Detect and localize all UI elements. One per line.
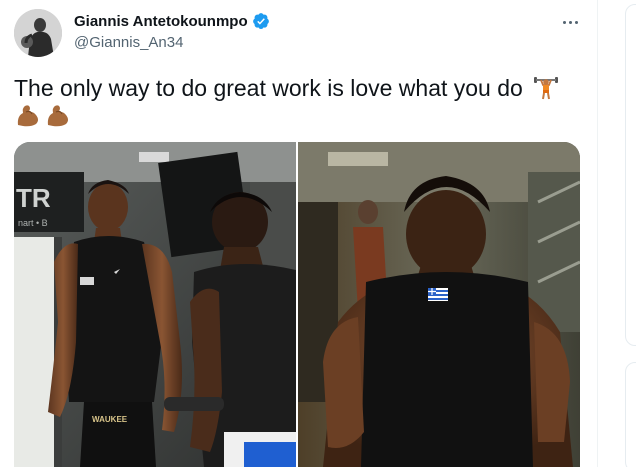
more-options-button[interactable] (554, 10, 586, 34)
tweet-emoji-row (14, 101, 72, 129)
sidebar-card (625, 4, 636, 346)
author-display-name[interactable]: Giannis Antetokounmpo (74, 13, 248, 30)
author-name-row[interactable]: Giannis Antetokounmpo (74, 12, 270, 30)
weight-lifter-emoji-icon (534, 77, 559, 100)
tweet-text-body: The only way to do great work is love wh… (14, 75, 523, 101)
avatar-image (14, 9, 62, 57)
wall-sign-text: TR (16, 183, 51, 213)
author-handle[interactable]: @Giannis_An34 (74, 34, 183, 51)
author-avatar[interactable] (14, 9, 62, 57)
tweet-text: The only way to do great work is love wh… (14, 74, 584, 102)
wall-sign-subtext: nart • B (18, 218, 48, 228)
shorts-text: WAUKEE (92, 415, 128, 424)
gym-photo-two-players: TR nart • B WAUKEE (14, 142, 296, 467)
tweet-photo-1[interactable]: TR nart • B WAUKEE (14, 142, 296, 467)
flexed-biceps-icon (47, 105, 68, 127)
gym-photo-back-view (298, 142, 580, 467)
tweet-media-grid: TR nart • B WAUKEE (14, 142, 580, 467)
tweet-photo-2[interactable] (298, 142, 580, 467)
more-dot-icon (574, 20, 578, 24)
flexed-biceps-icon (17, 105, 38, 127)
verified-badge-icon (252, 13, 269, 30)
more-dot-icon (568, 20, 572, 24)
more-dot-icon (562, 20, 566, 24)
tweet-card[interactable]: Giannis Antetokounmpo @Giannis_An34 The … (0, 0, 598, 467)
sidebar-card (625, 362, 636, 467)
